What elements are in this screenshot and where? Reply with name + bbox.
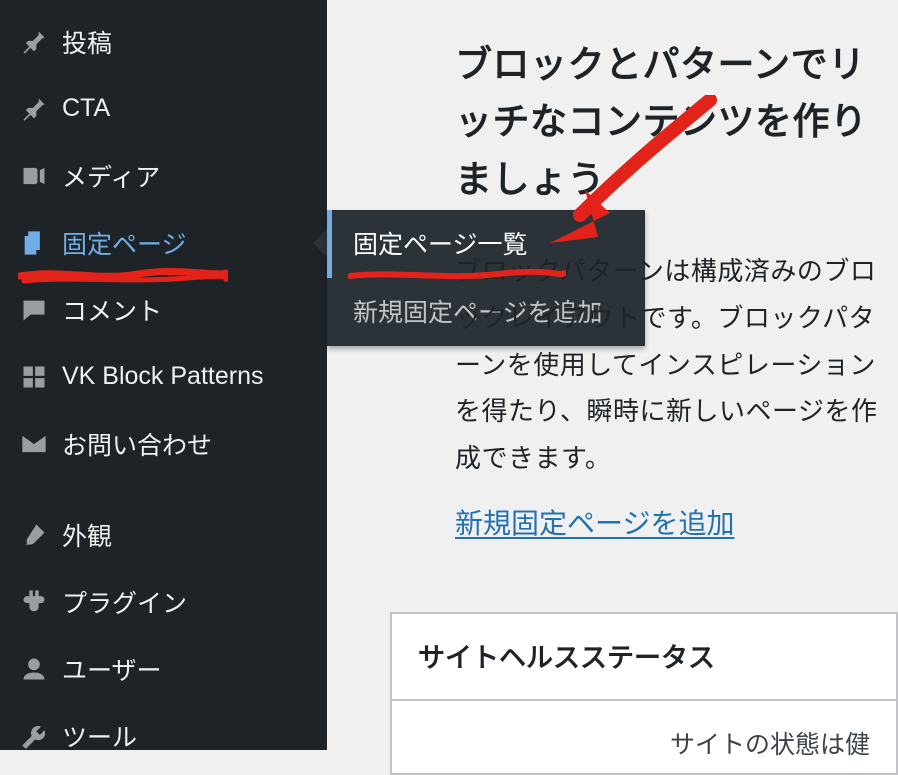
nav-contact[interactable]: お問い合わせ [0, 410, 327, 477]
plugin-icon [20, 588, 62, 616]
nav-users[interactable]: ユーザー [0, 635, 327, 702]
pages-icon [20, 229, 62, 257]
nav-separator [0, 477, 327, 501]
nav-label: CTA [62, 94, 110, 123]
user-icon [20, 655, 62, 683]
pin-icon [20, 28, 62, 56]
admin-sidebar: 投稿 CTA メディア 固定ページ コメント [0, 0, 327, 750]
welcome-panel: ブロックとパターンでリッチなコンテンツを作りましょう ブロックパターンは構成済み… [455, 36, 895, 562]
nav-label: VK Block Patterns [62, 362, 263, 391]
nav-comments[interactable]: コメント [0, 276, 327, 343]
nav-label: 外観 [62, 517, 112, 553]
nav-label: お問い合わせ [62, 426, 212, 462]
nav-tools[interactable]: ツール [0, 702, 327, 769]
welcome-heading: ブロックとパターンでリッチなコンテンツを作りましょう [455, 36, 895, 208]
nav-vk-block-patterns[interactable]: VK Block Patterns [0, 343, 327, 410]
nav-label: 固定ページ [62, 225, 187, 261]
nav-appearance[interactable]: 外観 [0, 501, 327, 568]
nav-label: メディア [62, 158, 160, 194]
site-health-title: サイトヘルスステータス [392, 614, 896, 701]
nav-pages[interactable]: 固定ページ [0, 209, 327, 276]
media-icon [20, 162, 62, 190]
site-health-box: サイトヘルスステータス サイトの状態は健 [390, 612, 898, 775]
comment-icon [20, 296, 62, 324]
grid-icon [20, 363, 62, 391]
nav-label: 投稿 [62, 24, 112, 60]
nav-plugins[interactable]: プラグイン [0, 568, 327, 635]
nav-label: ツール [62, 718, 137, 754]
nav-posts[interactable]: 投稿 [0, 8, 327, 75]
nav-label: ユーザー [62, 651, 162, 687]
nav-label: プラグイン [62, 584, 187, 620]
welcome-body: ブロックパターンは構成済みのブロックレイアウトです。ブロックパターンを使用してイ… [455, 248, 895, 482]
site-health-body: サイトの状態は健 [392, 701, 896, 773]
nav-cta[interactable]: CTA [0, 75, 327, 142]
nav-media[interactable]: メディア [0, 142, 327, 209]
pin-icon [20, 95, 62, 123]
wrench-icon [20, 722, 62, 750]
brush-icon [20, 521, 62, 549]
add-new-page-link[interactable]: 新規固定ページを追加 [455, 502, 734, 542]
nav-label: コメント [62, 292, 162, 328]
mail-icon [20, 430, 62, 458]
